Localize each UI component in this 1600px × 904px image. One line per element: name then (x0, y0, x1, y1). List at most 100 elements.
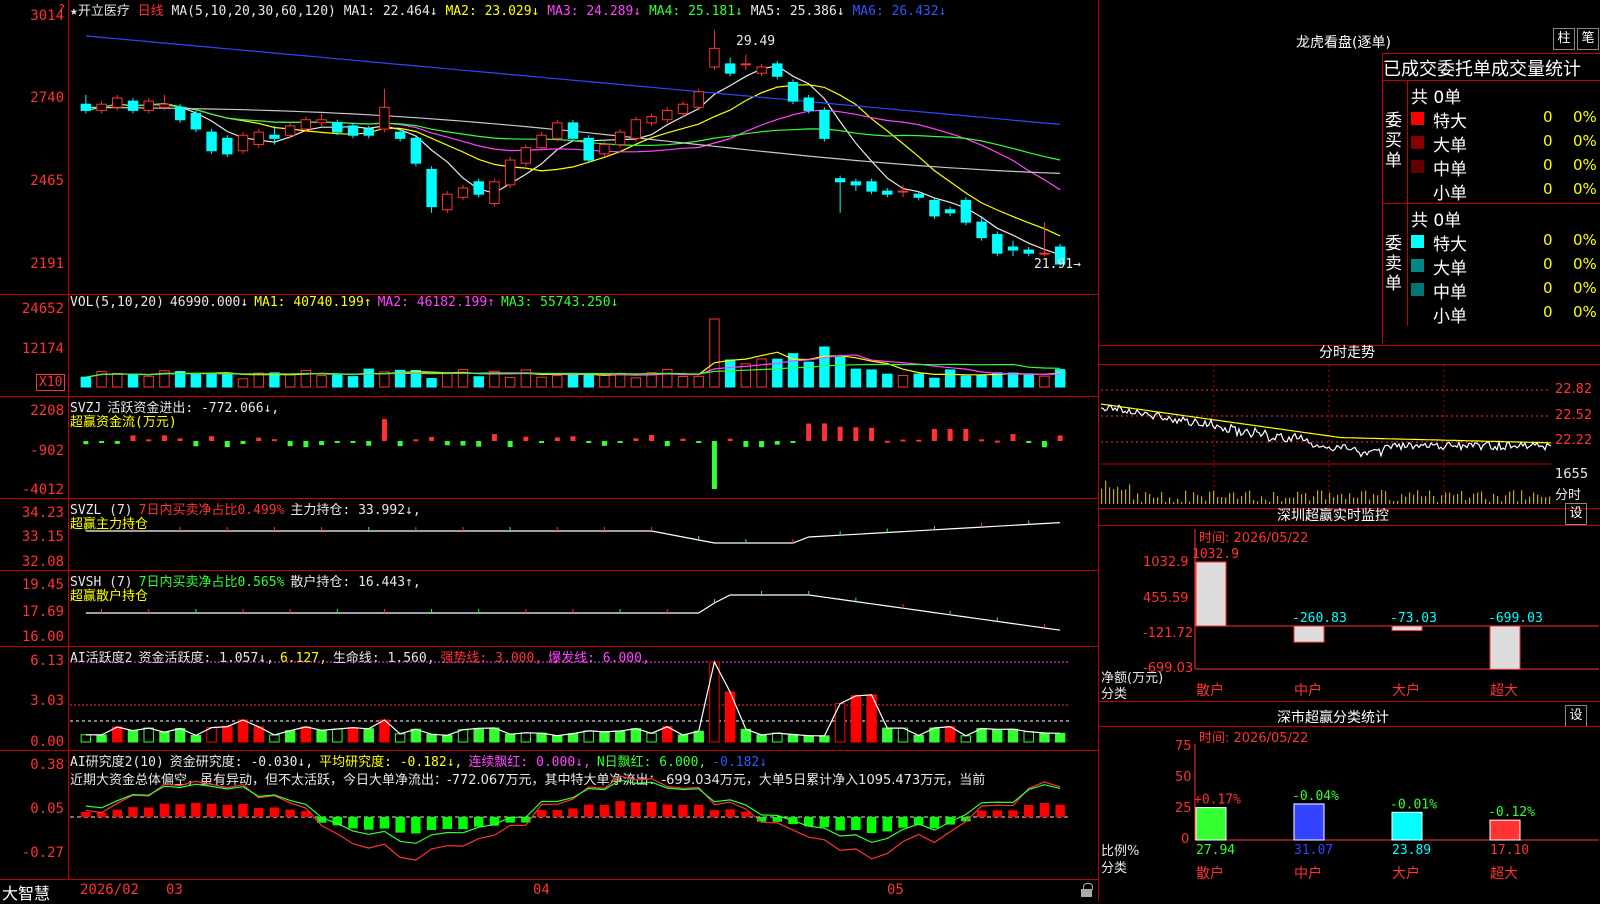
intraday-panel[interactable]: 分时走势 22.82 22.52 22.22 1655 分时 (1098, 345, 1600, 509)
research-bar (536, 810, 547, 817)
candle-body (1023, 249, 1034, 254)
intraday-vol-bar (1205, 500, 1207, 504)
kline-chart[interactable] (0, 0, 1098, 294)
intraday-vol-bar (1333, 497, 1335, 504)
research-bar (615, 801, 625, 817)
intraday-vol-bar (1369, 499, 1371, 504)
activity-bar (552, 735, 563, 743)
flow-bar (350, 441, 356, 443)
intraday-vol-bar (1197, 495, 1199, 504)
column-view-button[interactable]: 柱 (1553, 28, 1575, 50)
flow-bar (680, 438, 686, 441)
monitor-value-label: 1032.9 (1192, 547, 1239, 562)
intraday-vol-bar (1373, 494, 1375, 504)
volume-panel[interactable]: VOL(5,10,20) 46990.000↓ MA1: 40740.199↑ MA2… (0, 295, 1098, 397)
kline-panel[interactable]: ★开立医疗 日线 MA(5,10,20,30,60,120) MA1: 22.4… (0, 0, 1098, 295)
sell-divider (1407, 204, 1408, 326)
activity-bar (96, 734, 107, 743)
intraday-vol-bar (1413, 494, 1415, 504)
flow-bar (1041, 441, 1047, 448)
research-bar (1055, 804, 1065, 817)
flow-bar (193, 441, 199, 447)
order-size-row: 特大 0 0% (1409, 230, 1600, 255)
activity-bar (269, 734, 280, 743)
research-bar (285, 809, 295, 817)
order-size-label: 小单 (1433, 307, 1467, 327)
intraday-vol-bar (1249, 490, 1251, 504)
research-bar (584, 804, 594, 817)
volume-chart[interactable] (0, 295, 1098, 396)
svzj-panel[interactable]: SVZJ 活跃资金进出: -772.066↓, 超赢资金流(万元) 2208 -9… (0, 397, 1098, 499)
flow-bar (177, 438, 183, 441)
research-bar (411, 817, 421, 834)
flow-bar (853, 427, 859, 441)
brand-label: 大智慧 (2, 884, 51, 903)
svzl-panel[interactable]: SVZL (7) 7日内买卖净占比0.499% 主力持仓: 33.992↓, 超赢主… (0, 499, 1098, 571)
intraday-vol-bar (1461, 490, 1463, 504)
activity-bar (426, 733, 437, 743)
order-percent: 0% (1573, 180, 1597, 198)
research-bar (709, 810, 720, 817)
stats-bar (1195, 807, 1227, 841)
monitor-value-label: -699.03 (1488, 611, 1543, 626)
intraday-vol-bar (1449, 492, 1451, 504)
order-count: 0 (1543, 231, 1553, 249)
candle-body (442, 193, 453, 211)
ai-activity-panel[interactable]: AI活跃度2 资金活跃度: 1.057↓, 6.127, 生命线: 1.560, 强势线… (0, 647, 1098, 751)
order-count: 0 (1543, 180, 1553, 198)
flow-bar (947, 429, 953, 441)
activity-bar (850, 695, 862, 743)
research-bar (568, 808, 578, 817)
order-percent: 0% (1573, 231, 1597, 249)
candle-body (237, 134, 249, 152)
flow-bar (334, 441, 340, 443)
ai-research-chart[interactable] (0, 751, 1098, 879)
candle-body (190, 113, 202, 130)
research-bar (1024, 805, 1034, 817)
svzl-chart[interactable] (0, 499, 1098, 570)
candle-body (960, 199, 972, 223)
svzj-chart[interactable] (0, 397, 1098, 498)
volume-bar (1007, 372, 1019, 388)
research-bar (442, 817, 452, 829)
intraday-vol-bar (1233, 492, 1235, 504)
candle-body (709, 47, 720, 68)
candle-body (677, 103, 689, 115)
research-bar (992, 810, 1002, 817)
volume-bar (316, 375, 327, 388)
research-bar (222, 804, 232, 817)
order-size-label: 大单 (1433, 136, 1467, 156)
research-bar (882, 817, 892, 832)
flow-bar (790, 441, 796, 443)
flow-bar (271, 439, 277, 442)
ai-research-panel[interactable]: AI研究度2(10) 资金研究度: -0.030↓, 平均研究度: -0.182↓,… (0, 751, 1098, 879)
research-bar (772, 817, 782, 822)
ma2-line (85, 84, 1061, 237)
intraday-vol-bar (1285, 497, 1287, 504)
month-label: 03 (166, 882, 183, 898)
buy-section: 委买单 共 0单 特大 0 0% 大单 0 0% 中单 0 0% 小单 0 0% (1383, 81, 1600, 204)
intraday-vol-bar (1473, 493, 1475, 504)
flow-bar (224, 441, 230, 448)
svsh-panel[interactable]: SVSH (7) 7日内买卖净占比0.565% 散户持仓: 16.443↑, 超赢散… (0, 571, 1098, 647)
tick-view-button[interactable]: 笔 (1577, 28, 1599, 50)
intraday-chart[interactable] (1099, 346, 1600, 509)
svsh-chart[interactable] (0, 571, 1098, 646)
intraday-vol-bar (1185, 490, 1187, 504)
candle-body (379, 106, 390, 130)
candle-body (394, 131, 406, 139)
sell-section: 委卖单 共 0单 特大 0 0% 大单 0 0% 中单 0 0% 小单 0 0% (1383, 204, 1600, 327)
activity-bar (646, 732, 657, 743)
candle-body (646, 116, 657, 124)
research-bar (678, 805, 688, 817)
dragon-title: 龙虎看盘(逐单) (1296, 35, 1391, 51)
activity-bar (677, 734, 689, 743)
research-bar (128, 807, 138, 817)
volume-bar (693, 375, 704, 388)
stats-category-label: 中户 (1294, 865, 1322, 882)
intraday-vol-bar (1109, 487, 1111, 504)
order-size-row: 中单 0 0% (1409, 155, 1600, 180)
volume-bar (662, 368, 673, 388)
ai-activity-chart[interactable] (0, 647, 1098, 750)
volume-bar (222, 373, 233, 388)
